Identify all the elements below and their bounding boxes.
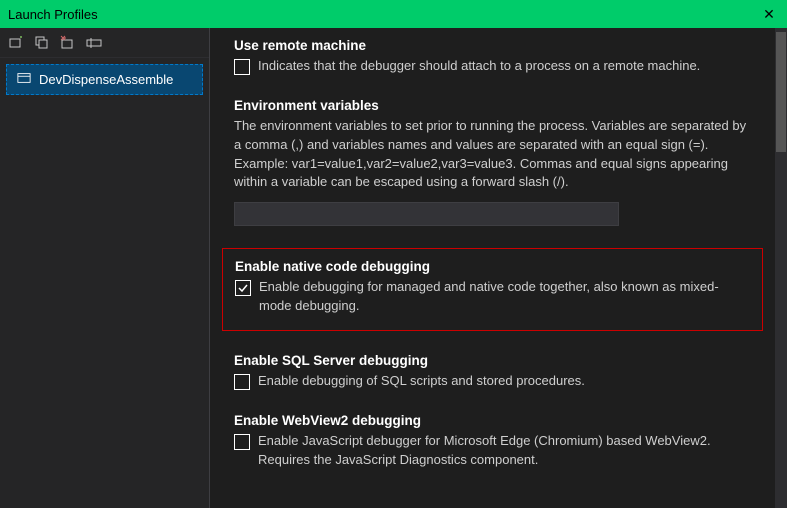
section-env: Environment variables The environment va… [234,98,751,226]
env-description: The environment variables to set prior t… [234,117,751,192]
sql-checkbox[interactable] [234,374,250,390]
sidebar-toolbar [0,28,209,58]
section-title-env: Environment variables [234,98,751,113]
env-input[interactable] [234,202,619,226]
delete-icon[interactable] [60,35,76,51]
native-checkbox[interactable] [235,280,251,296]
content-wrap: Use remote machine Indicates that the de… [210,28,787,508]
section-title-native: Enable native code debugging [235,259,750,274]
section-title-webview: Enable WebView2 debugging [234,413,751,428]
section-title-remote: Use remote machine [234,38,751,53]
project-icon [17,71,31,88]
duplicate-icon[interactable] [34,35,50,51]
webview-checkbox-label: Enable JavaScript debugger for Microsoft… [258,432,751,470]
section-native: Enable native code debugging Enable debu… [235,259,750,316]
close-icon[interactable]: ✕ [759,6,779,23]
rename-icon[interactable] [86,35,102,51]
section-webview: Enable WebView2 debugging Enable JavaScr… [234,413,751,470]
profile-item[interactable]: DevDispenseAssemble [6,64,203,95]
sql-checkbox-label: Enable debugging of SQL scripts and stor… [258,372,585,391]
section-remote: Use remote machine Indicates that the de… [234,38,751,76]
titlebar: Launch Profiles ✕ [0,0,787,28]
vertical-scrollbar[interactable] [775,28,787,508]
webview-checkbox[interactable] [234,434,250,450]
scrollbar-thumb[interactable] [776,32,786,152]
new-profile-icon[interactable] [8,35,24,51]
native-highlight: Enable native code debugging Enable debu… [222,248,763,331]
main-area: DevDispenseAssemble Use remote machine I… [0,28,787,508]
remote-checkbox-label: Indicates that the debugger should attac… [258,57,700,76]
native-checkbox-label: Enable debugging for managed and native … [259,278,750,316]
section-title-sql: Enable SQL Server debugging [234,353,751,368]
section-sql: Enable SQL Server debugging Enable debug… [234,353,751,391]
profile-item-label: DevDispenseAssemble [39,72,173,87]
content-panel: Use remote machine Indicates that the de… [210,28,775,508]
remote-checkbox[interactable] [234,59,250,75]
window-title: Launch Profiles [8,7,98,22]
sidebar: DevDispenseAssemble [0,28,210,508]
